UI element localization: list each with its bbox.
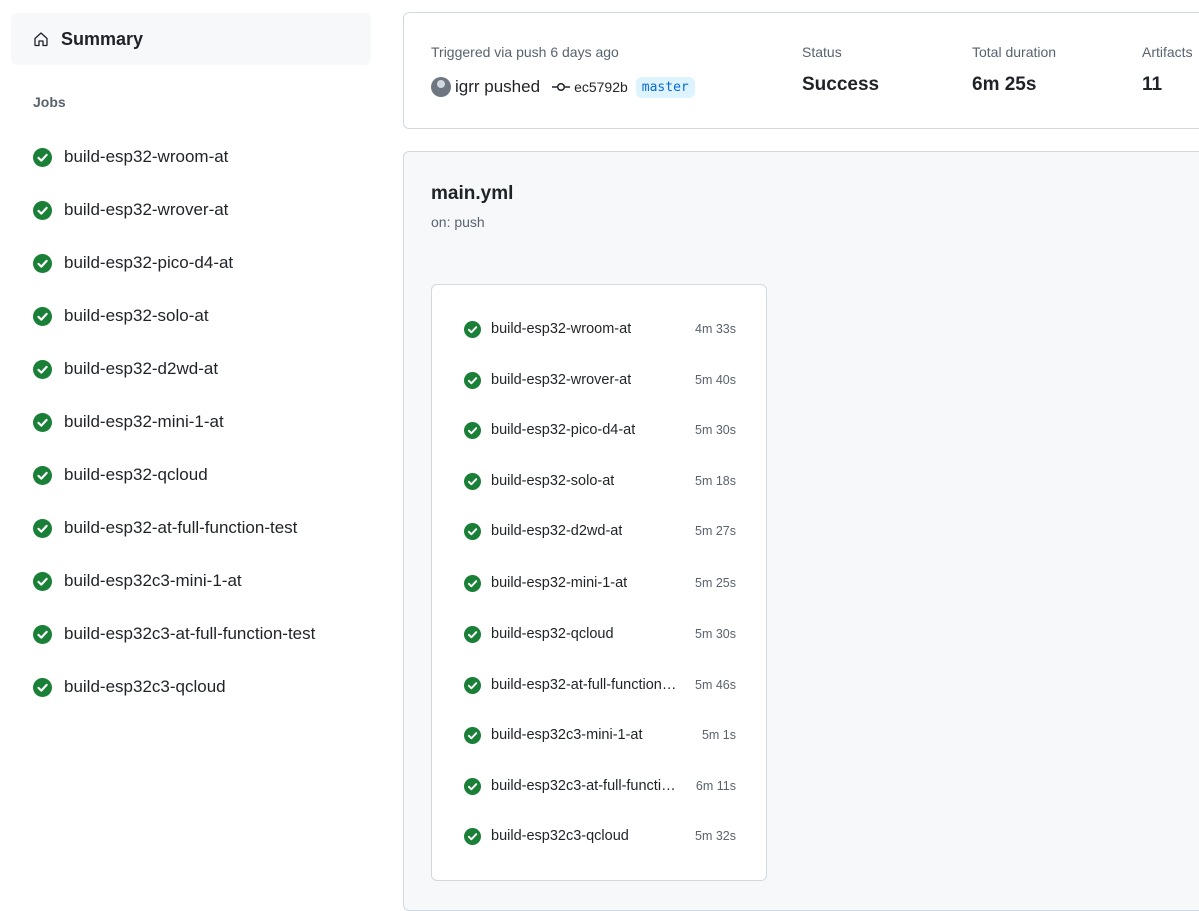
graph-job-duration: 5m 30s (695, 627, 736, 641)
graph-job-duration: 6m 11s (695, 779, 736, 793)
sidebar-job[interactable]: build-esp32c3-at-full-function-test (33, 619, 315, 649)
success-check-icon (33, 359, 52, 379)
graph-job[interactable]: build-esp32-pico-d4-at 5m 30s (464, 416, 736, 444)
avatar[interactable] (431, 77, 451, 97)
graph-job-label: build-esp32-at-full-function-test (491, 677, 681, 693)
workflow-name: main.yml (431, 183, 514, 204)
workflow-job-group: build-esp32-wroom-at 4m 33s build-esp32-w… (431, 284, 767, 881)
workflow-trigger: on: push (431, 214, 485, 230)
success-check-icon (464, 574, 481, 592)
graph-job-label: build-esp32-mini-1-at (491, 575, 628, 591)
sidebar-job-label: build-esp32-mini-1-at (64, 412, 224, 431)
success-check-icon (33, 306, 52, 326)
success-check-icon (464, 726, 481, 744)
commit-sha-link[interactable]: ec5792b (574, 79, 628, 95)
sidebar-job[interactable]: build-esp32-d2wd-at (33, 354, 218, 384)
success-check-icon (464, 676, 481, 694)
graph-job-label: build-esp32-solo-at (491, 473, 615, 489)
success-check-icon (33, 465, 52, 485)
graph-job-duration: 5m 32s (695, 829, 736, 843)
graph-job[interactable]: build-esp32-wroom-at 4m 33s (464, 315, 736, 343)
home-icon (33, 31, 49, 47)
graph-job[interactable]: build-esp32-solo-at 5m 18s (464, 467, 736, 495)
sidebar-job-label: build-esp32c3-at-full-function-test (64, 624, 316, 643)
graph-job-label: build-esp32-pico-d4-at (491, 422, 636, 438)
graph-job-duration: 4m 33s (695, 322, 736, 336)
success-check-icon (33, 147, 52, 167)
git-commit-icon (552, 82, 571, 92)
graph-job-duration: 5m 46s (695, 678, 736, 692)
sidebar-job-label: build-esp32-wrover-at (64, 200, 229, 219)
sidebar-job[interactable]: build-esp32-wrover-at (33, 195, 228, 225)
status-label: Status (802, 44, 842, 60)
success-check-icon (464, 777, 481, 795)
success-check-icon (33, 677, 52, 697)
success-check-icon (464, 472, 481, 490)
graph-job[interactable]: build-esp32c3-mini-1-at 5m 1s (464, 721, 736, 749)
sidebar-job-label: build-esp32-wroom-at (64, 147, 229, 166)
graph-job[interactable]: build-esp32-at-full-function-test 5m 46s (464, 671, 736, 699)
graph-job-label: build-esp32c3-at-full-function-test (491, 778, 681, 794)
sidebar-job[interactable]: build-esp32-at-full-function-test (33, 513, 297, 543)
pushed-text[interactable]: igrr pushed (455, 77, 540, 97)
artifacts-label: Artifacts (1142, 44, 1193, 60)
duration-value: 6m 25s (972, 74, 1037, 95)
summary-label: Summary (61, 28, 144, 49)
sidebar-job[interactable]: build-esp32-pico-d4-at (33, 248, 233, 278)
status-value: Success (802, 74, 880, 95)
success-check-icon (464, 522, 481, 540)
sidebar-job-label: build-esp32-solo-at (64, 306, 209, 325)
sidebar-job-label: build-esp32c3-mini-1-at (64, 571, 242, 590)
success-check-icon (464, 421, 481, 439)
run-info-card: Triggered via push 6 days ago igrr pushe… (403, 12, 1199, 129)
success-check-icon (464, 827, 481, 845)
sidebar-job[interactable]: build-esp32c3-qcloud (33, 672, 226, 702)
graph-job-label: build-esp32c3-mini-1-at (491, 727, 643, 743)
graph-job-label: build-esp32c3-qcloud (491, 828, 629, 844)
sidebar-job[interactable]: build-esp32-mini-1-at (33, 407, 224, 437)
graph-job[interactable]: build-esp32c3-qcloud 5m 32s (464, 822, 736, 850)
graph-job[interactable]: build-esp32c3-at-full-function-test 6m 11… (464, 772, 736, 800)
summary-link[interactable]: Summary (11, 13, 371, 65)
sidebar-job-label: build-esp32-d2wd-at (64, 359, 219, 378)
success-check-icon (33, 253, 52, 273)
success-check-icon (33, 624, 52, 644)
sidebar-job-label: build-esp32-at-full-function-test (64, 518, 298, 537)
duration-label: Total duration (972, 44, 1057, 60)
graph-job-label: build-esp32-d2wd-at (491, 523, 623, 539)
graph-job-label: build-esp32-qcloud (491, 626, 614, 642)
branch-badge[interactable]: master (635, 76, 695, 98)
success-check-icon (33, 571, 52, 591)
graph-job[interactable]: build-esp32-d2wd-at 5m 27s (464, 517, 736, 545)
success-check-icon (464, 625, 481, 643)
graph-job[interactable]: build-esp32-qcloud 5m 30s (464, 620, 736, 648)
success-check-icon (33, 412, 52, 432)
graph-job-duration: 5m 27s (695, 524, 736, 538)
sidebar-job[interactable]: build-esp32c3-mini-1-at (33, 566, 242, 596)
graph-job-duration: 5m 18s (695, 474, 736, 488)
graph-job-label: build-esp32-wroom-at (491, 321, 632, 337)
sidebar-job-label: build-esp32-pico-d4-at (64, 253, 234, 272)
graph-job-duration: 5m 30s (695, 423, 736, 437)
push-info: igrr pushed ec5792b master (431, 74, 695, 100)
success-check-icon (33, 518, 52, 538)
success-check-icon (464, 371, 481, 389)
graph-job-duration: 5m 25s (695, 576, 736, 590)
sidebar-job[interactable]: build-esp32-qcloud (33, 460, 208, 490)
graph-job[interactable]: build-esp32-mini-1-at 5m 25s (464, 569, 736, 597)
success-check-icon (33, 200, 52, 220)
jobs-heading: Jobs (33, 94, 66, 110)
graph-job-duration: 5m 40s (695, 373, 736, 387)
sidebar-job-label: build-esp32-qcloud (64, 465, 208, 484)
graph-job-duration: 5m 1s (701, 728, 736, 742)
sidebar-job-label: build-esp32c3-qcloud (64, 677, 226, 696)
artifacts-value[interactable]: 11 (1142, 74, 1162, 96)
success-check-icon (464, 320, 481, 338)
graph-job[interactable]: build-esp32-wrover-at 5m 40s (464, 366, 736, 394)
sidebar-job[interactable]: build-esp32-solo-at (33, 301, 209, 331)
sidebar-job[interactable]: build-esp32-wroom-at (33, 142, 228, 172)
trigger-text: Triggered via push 6 days ago (431, 44, 619, 60)
graph-job-label: build-esp32-wrover-at (491, 372, 632, 388)
